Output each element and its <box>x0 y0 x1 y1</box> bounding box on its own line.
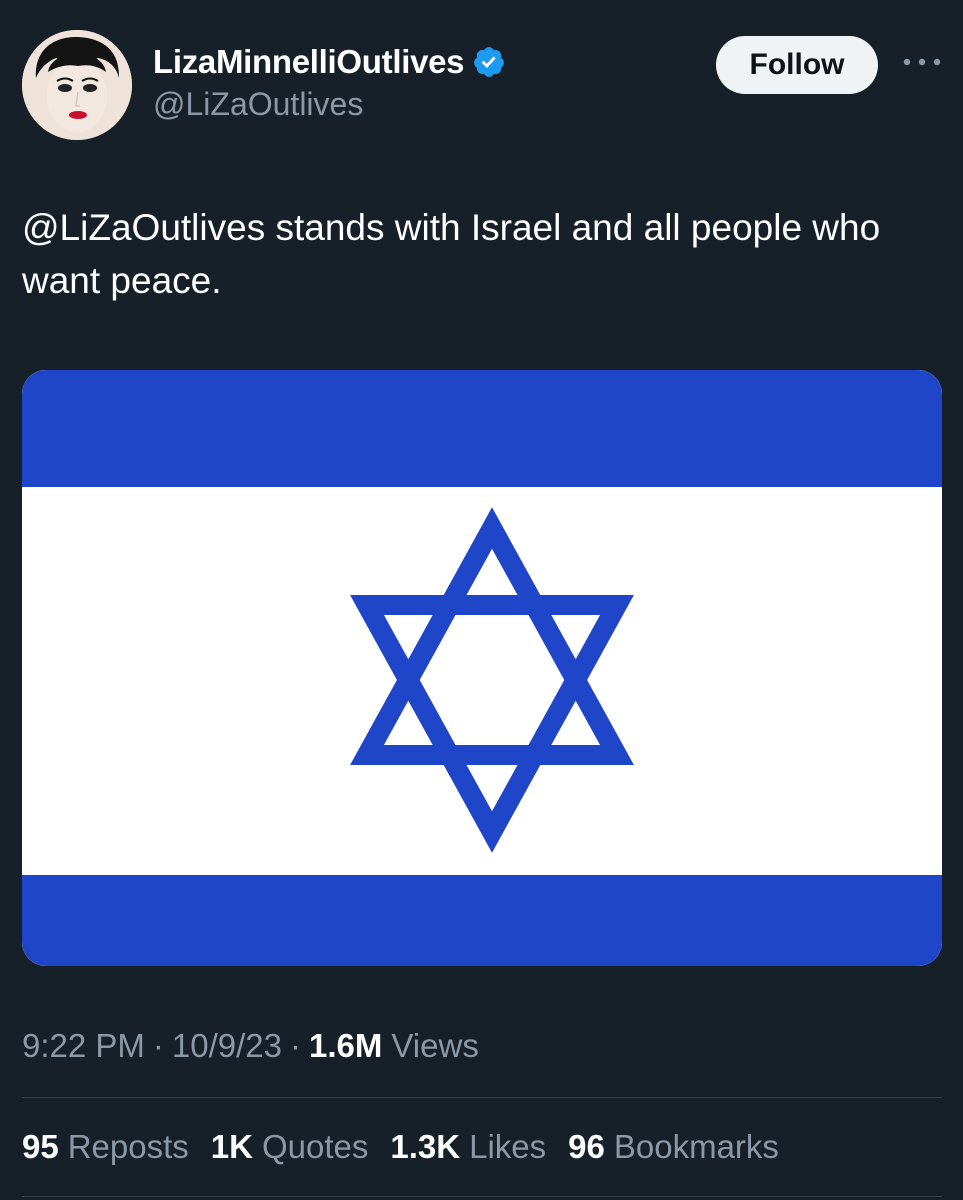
handle[interactable]: @LiZaOutlives <box>153 86 506 123</box>
reposts-stat[interactable]: 95 Reposts <box>22 1128 189 1166</box>
tweet-time[interactable]: 9:22 PM <box>22 1027 145 1065</box>
stat-count: 1K <box>210 1128 253 1165</box>
stat-count: 1.3K <box>390 1128 461 1165</box>
avatar[interactable] <box>22 30 132 140</box>
stat-label: Likes <box>469 1128 547 1165</box>
likes-stat[interactable]: 1.3K Likes <box>390 1128 546 1166</box>
stat-count: 96 <box>568 1128 605 1165</box>
display-name[interactable]: LizaMinnelliOutlives <box>153 43 465 81</box>
tweet-media[interactable] <box>22 370 942 966</box>
quotes-stat[interactable]: 1K Quotes <box>211 1128 369 1166</box>
tweet-meta: 9:22 PM · 10/9/23 · 1.6M Views <box>22 1024 479 1068</box>
stat-label: Bookmarks <box>613 1128 779 1165</box>
stat-label: Reposts <box>67 1128 189 1165</box>
meta-separator: · <box>290 1027 302 1064</box>
divider <box>22 1097 942 1098</box>
avatar-image <box>22 30 132 140</box>
views-count[interactable]: 1.6M <box>309 1027 382 1065</box>
tweet-text: @LiZaOutlives stands with Israel and all… <box>22 207 881 301</box>
stat-count: 95 <box>22 1128 59 1165</box>
views-label[interactable]: Views <box>391 1027 478 1065</box>
name-row: LizaMinnelliOutlives <box>153 42 506 82</box>
israel-flag-image <box>22 370 942 966</box>
meta-separator: · <box>152 1027 164 1064</box>
user-block[interactable]: LizaMinnelliOutlives @LiZaOutlives <box>153 42 506 123</box>
verified-badge-icon <box>474 47 505 77</box>
stat-label: Quotes <box>261 1128 369 1165</box>
more-options-icon[interactable] <box>900 52 944 72</box>
flag-top-stripe <box>22 370 942 487</box>
bookmarks-stat[interactable]: 96 Bookmarks <box>568 1128 779 1166</box>
tweet-header: LizaMinnelliOutlives @LiZaOutlives Follo… <box>22 30 942 140</box>
flag-bottom-stripe <box>22 875 942 966</box>
follow-button[interactable]: Follow <box>716 36 878 94</box>
divider <box>22 1196 942 1197</box>
tweet-date[interactable]: 10/9/23 <box>172 1027 282 1065</box>
engagement-stats: 95 Reposts 1K Quotes 1.3K Likes 96 Bookm… <box>22 1124 801 1170</box>
